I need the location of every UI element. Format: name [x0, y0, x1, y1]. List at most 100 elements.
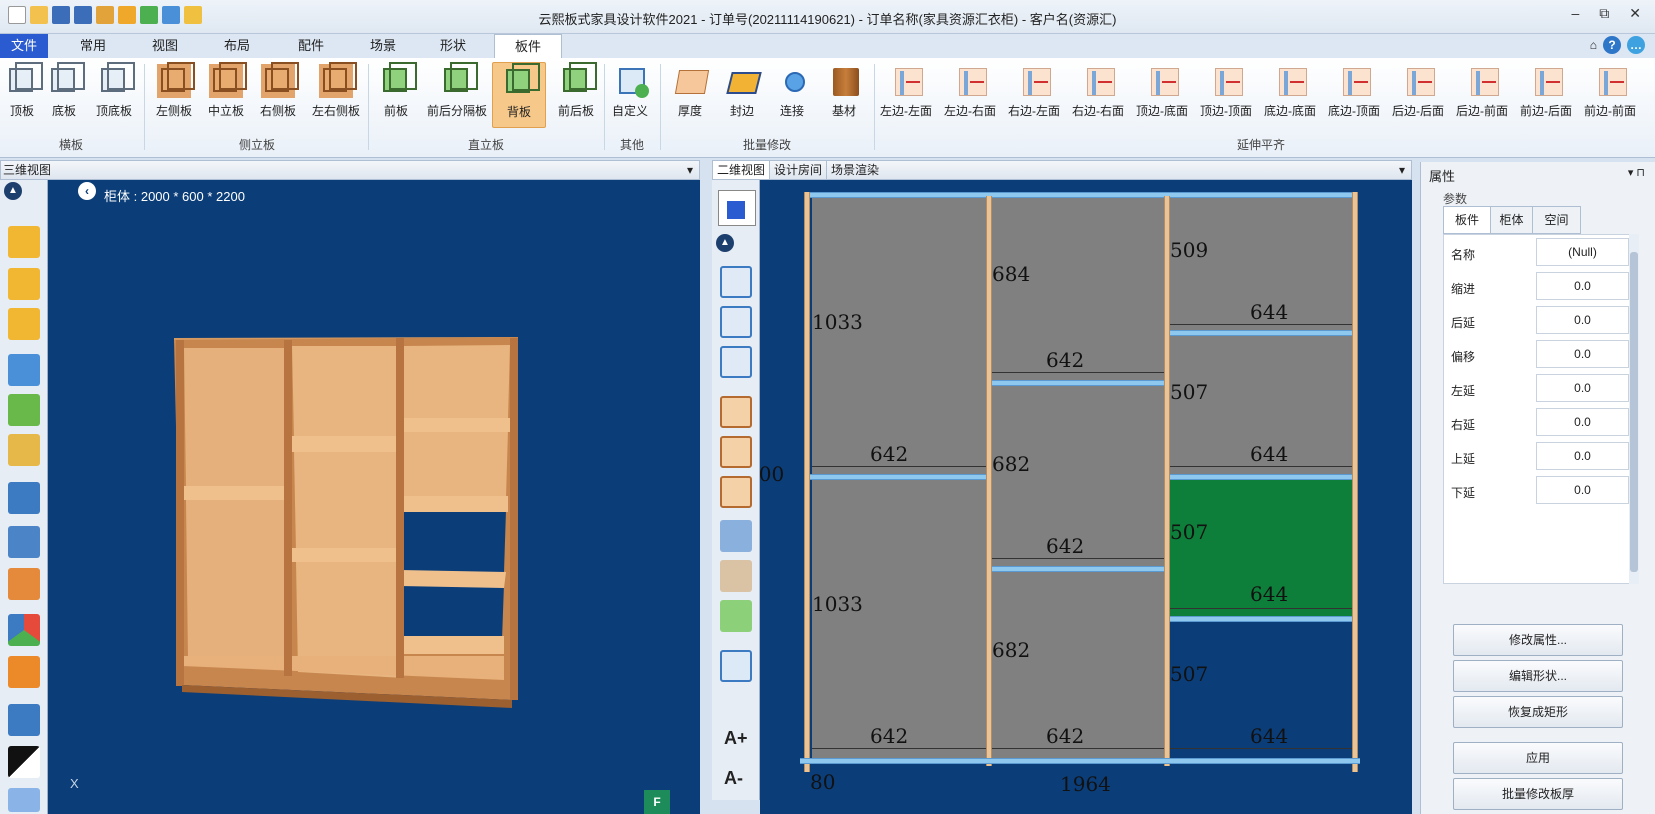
contrast-icon[interactable]	[8, 746, 40, 778]
top-extend-field[interactable]: 0.0	[1536, 442, 1629, 470]
bottom-extend-field[interactable]: 0.0	[1536, 476, 1629, 504]
tab-layout[interactable]: 布局	[206, 34, 268, 58]
tab-2d-view[interactable]: 二维视图	[713, 161, 771, 179]
box-bottom-icon[interactable]	[720, 346, 752, 378]
front-back-divider-button[interactable]: 前后分隔板	[422, 62, 492, 128]
front-panel-button[interactable]: 前板	[366, 62, 426, 128]
batch-thickness-button[interactable]: 批量修改板厚	[1453, 778, 1623, 810]
cell-col1-lower[interactable]	[812, 480, 986, 758]
refresh-icon[interactable]	[8, 354, 40, 386]
help-icon[interactable]: ?	[1603, 36, 1621, 54]
align-left-right-button[interactable]: 左边-右面	[940, 62, 1000, 128]
3d-viewport[interactable]: ‹ 柜体 : 2000 * 600 * 2200 X F	[0, 180, 700, 814]
zoom-icon[interactable]	[8, 788, 40, 812]
box-right-icon[interactable]	[720, 476, 752, 508]
tab-view[interactable]: 视图	[134, 34, 196, 58]
connect-button[interactable]: 连接	[762, 62, 822, 128]
divider-icon[interactable]	[720, 560, 752, 592]
apply-button[interactable]: 应用	[1453, 742, 1623, 774]
right-side-panel[interactable]	[1352, 192, 1358, 772]
tab-cabinet-props[interactable]: 柜体	[1491, 206, 1533, 234]
scrollbar-thumb[interactable]	[1630, 252, 1638, 572]
left-extend-field[interactable]: 0.0	[1536, 374, 1629, 402]
pie-chart-icon[interactable]	[8, 614, 40, 646]
view-panel-icon[interactable]	[8, 526, 40, 558]
view-cube-icon[interactable]	[718, 190, 756, 226]
align-left-left-button[interactable]: 左边-左面	[876, 62, 936, 128]
indent-field[interactable]: 0.0	[1536, 272, 1629, 300]
edit-shape-button[interactable]: 编辑形状...	[1453, 660, 1623, 692]
align-front-front-button[interactable]: 前边-前面	[1580, 62, 1640, 128]
offset-field[interactable]: 0.0	[1536, 340, 1629, 368]
cell-col1-upper[interactable]	[812, 198, 986, 474]
both-side-panels-button[interactable]: 左右侧板	[306, 62, 366, 128]
bar-chart-icon[interactable]	[8, 656, 40, 688]
tab-file[interactable]: 文件	[0, 34, 48, 58]
orientation-cube-face[interactable]: F	[644, 790, 670, 814]
align-bottom-top-button[interactable]: 底边-顶面	[1324, 62, 1384, 128]
align-top-top-button[interactable]: 顶边-顶面	[1196, 62, 1256, 128]
collapse-up-icon[interactable]: ▲	[716, 234, 734, 252]
custom-button[interactable]: 自定义	[600, 62, 660, 128]
back-extend-field[interactable]: 0.0	[1536, 306, 1629, 334]
collapse-ribbon-icon[interactable]: ⌂	[1590, 38, 1597, 52]
minimize-button[interactable]: –	[1571, 5, 1579, 22]
align-bottom-bottom-button[interactable]: 底边-底面	[1260, 62, 1320, 128]
chat-icon[interactable]: …	[1627, 36, 1645, 54]
box-front-icon[interactable]	[720, 306, 752, 338]
tab-common[interactable]: 常用	[62, 34, 124, 58]
move-arrows-icon[interactable]	[8, 394, 40, 426]
right-side-panel-button[interactable]: 右侧板	[248, 62, 308, 128]
name-field[interactable]: (Null)	[1536, 238, 1629, 266]
glasses-icon[interactable]	[8, 434, 40, 466]
left-side-panel[interactable]	[804, 192, 810, 772]
tab-shape[interactable]: 形状	[420, 34, 486, 58]
tab-panel-props[interactable]: 板件	[1443, 206, 1491, 234]
align-back-back-button[interactable]: 后边-后面	[1388, 62, 1448, 128]
box-top-icon[interactable]	[720, 266, 752, 298]
green-box-icon[interactable]	[720, 600, 752, 632]
align-right-right-button[interactable]: 右边-右面	[1068, 62, 1128, 128]
thickness-button[interactable]: 厚度	[660, 62, 720, 128]
tab-design-room[interactable]: 设计房间	[770, 161, 828, 179]
font-decrease-icon[interactable]: A-	[724, 768, 743, 789]
property-scrollbar[interactable]	[1629, 234, 1639, 584]
shelf-icon[interactable]	[720, 520, 752, 552]
collapse-up-icon[interactable]: ▲	[4, 182, 22, 200]
top-bottom-panel-button[interactable]: 顶底板	[84, 62, 144, 128]
custom-add-icon[interactable]	[720, 650, 752, 682]
middle-panel-button[interactable]: 中立板	[196, 62, 256, 128]
bottom-panel[interactable]	[800, 758, 1360, 764]
front-back-panel-button[interactable]: 前后板	[546, 62, 606, 128]
screenshot-icon[interactable]	[8, 704, 40, 736]
close-button[interactable]: ✕	[1629, 5, 1641, 22]
add-component-icon[interactable]	[8, 226, 40, 258]
box-view-icon[interactable]	[8, 568, 40, 600]
left-side-panel-button[interactable]: 左侧板	[144, 62, 204, 128]
font-increase-icon[interactable]: A+	[724, 728, 748, 749]
panel-dropdown-icon[interactable]: ▾	[687, 161, 693, 179]
tab-panels[interactable]: 板件	[494, 34, 562, 59]
pin-icon[interactable]: ▾ ⊓	[1628, 166, 1645, 179]
restore-button[interactable]: ⧉	[1599, 5, 1609, 22]
align-front-back-button[interactable]: 前边-后面	[1516, 62, 1576, 128]
tab-space-props[interactable]: 空间	[1533, 206, 1581, 234]
restore-rectangle-button[interactable]: 恢复成矩形	[1453, 696, 1623, 728]
panel-dropdown-icon[interactable]: ▾	[1399, 161, 1405, 179]
remove-component-icon[interactable]	[8, 308, 40, 340]
back-panel-button[interactable]: 背板	[492, 62, 546, 128]
delete-panel-icon[interactable]	[8, 482, 40, 514]
box-middle-icon[interactable]	[720, 436, 752, 468]
tab-accessories[interactable]: 配件	[278, 34, 344, 58]
2d-viewport[interactable]: 1033 642 1033 642 200 684 642 682 642 68…	[760, 180, 1412, 814]
align-right-left-button[interactable]: 右边-左面	[1004, 62, 1064, 128]
align-top-bottom-button[interactable]: 顶边-底面	[1132, 62, 1192, 128]
tab-scene-render[interactable]: 场景渲染	[827, 161, 883, 179]
base-material-button[interactable]: 基材	[814, 62, 874, 128]
replace-component-icon[interactable]	[8, 268, 40, 300]
tab-scene[interactable]: 场景	[350, 34, 416, 58]
align-back-front-button[interactable]: 后边-前面	[1452, 62, 1512, 128]
modify-properties-button[interactable]: 修改属性...	[1453, 624, 1623, 656]
right-extend-field[interactable]: 0.0	[1536, 408, 1629, 436]
box-left-icon[interactable]	[720, 396, 752, 428]
